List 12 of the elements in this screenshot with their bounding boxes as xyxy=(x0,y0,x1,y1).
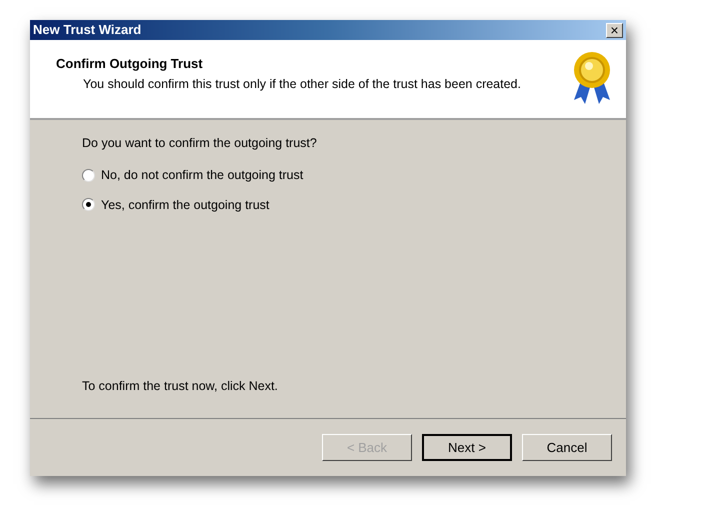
radio-button[interactable] xyxy=(82,198,95,212)
instruction-text: To confirm the trust now, click Next. xyxy=(82,378,279,396)
wizard-button[interactable]: Cancel xyxy=(522,434,612,461)
radio-button[interactable] xyxy=(82,168,95,182)
window-title: New Trust Wizard xyxy=(33,21,142,40)
question-text: Do you want to confirm the outgoing trust? xyxy=(82,135,318,152)
radio-option[interactable]: No, do not confirm the outgoing trust xyxy=(82,166,304,184)
wizard-button[interactable]: Next > xyxy=(422,434,512,461)
radio-option[interactable]: Yes, confirm the outgoing trust xyxy=(82,196,270,214)
page-title: Confirm Outgoing Trust xyxy=(56,55,204,73)
close-button[interactable]: × xyxy=(606,22,623,38)
page-subtitle: You should confirm this trust only if the other side of the trust has been created. xyxy=(82,76,521,93)
